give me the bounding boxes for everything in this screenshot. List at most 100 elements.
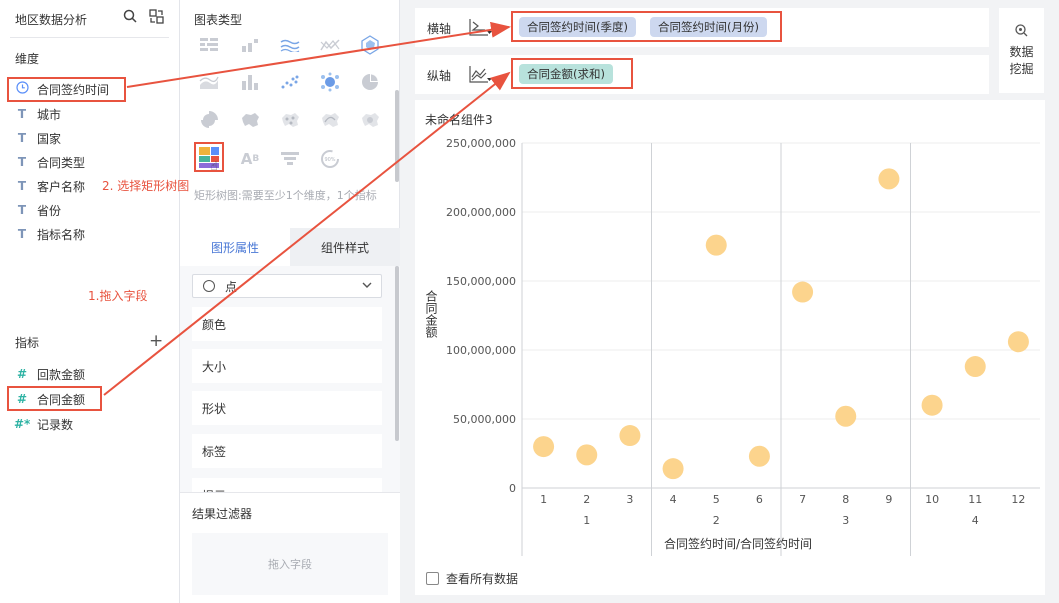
mining-icon <box>1015 23 1028 42</box>
view-all-checkbox[interactable] <box>426 572 439 585</box>
measure-heading: 指标 <box>15 336 40 350</box>
data-mining-button[interactable]: 数据 挖掘 <box>999 8 1044 93</box>
gauge-percent: 90% <box>324 157 335 163</box>
axis-type-icon[interactable] <box>469 65 493 87</box>
highlight-measure <box>7 386 102 411</box>
x-axis-label: 横轴 <box>427 22 452 36</box>
flow-map-icon[interactable] <box>318 108 342 132</box>
measure-label: 记录数 <box>37 417 74 432</box>
x-tick-label: 9 <box>885 493 892 506</box>
text-chart-sup: B <box>252 154 260 164</box>
dimension-item-city[interactable]: T 城市 <box>14 104 61 124</box>
data-point <box>619 425 641 447</box>
mining-label-1: 数据 <box>1009 44 1034 59</box>
dimension-heading: 维度 <box>15 52 40 66</box>
add-measure-button[interactable]: + <box>149 332 163 350</box>
chevron-down-icon <box>361 279 373 294</box>
property-tooltip[interactable]: 提示 <box>192 478 382 492</box>
dimension-item-province[interactable]: T 省份 <box>14 200 61 220</box>
gauge-chart-icon[interactable]: 90% <box>318 147 342 171</box>
property-shape[interactable]: 形状 <box>192 391 382 425</box>
text-chart-icon[interactable]: AB <box>238 147 262 171</box>
mark-type-select[interactable]: 点 <box>192 274 382 298</box>
scatter-plot-icon[interactable] <box>278 70 302 94</box>
chart-types-panel: 图表类型 ☝ AB 90% 2. 选择矩形树图 矩形树图:需要至少1个维度，1个… <box>102 0 400 603</box>
view-all-data-toggle[interactable]: 查看所有数据 <box>426 570 518 587</box>
dimension-label: 客户名称 <box>37 179 86 194</box>
highlight-dimension <box>7 77 126 102</box>
x-tick-label: 5 <box>713 493 720 506</box>
x-group-label: 3 <box>842 514 849 527</box>
chart-types-scrollbar[interactable] <box>395 90 399 182</box>
hand-cursor-icon: ☝ <box>210 159 218 173</box>
polyline-icon[interactable] <box>318 33 342 57</box>
text-field-icon: T <box>17 203 27 217</box>
y-tick-label: 100,000,000 <box>446 344 516 357</box>
tab-component-style[interactable]: 组件样式 <box>290 228 400 266</box>
stacked-bar-icon[interactable] <box>238 70 262 94</box>
switch-dataset-icon[interactable] <box>148 9 164 25</box>
rose-chart-icon[interactable] <box>197 108 221 132</box>
axis-type-icon[interactable] <box>469 18 493 40</box>
y-tick-label: 200,000,000 <box>446 206 516 219</box>
bubble-chart-icon[interactable] <box>318 70 342 94</box>
radar-chart-icon[interactable] <box>358 33 382 57</box>
data-point <box>533 436 555 458</box>
view-all-label: 查看所有数据 <box>446 572 519 586</box>
dimension-label: 指标名称 <box>37 227 86 242</box>
cross-table-icon[interactable] <box>197 33 221 57</box>
bar-chart-icon[interactable] <box>238 33 262 57</box>
property-label[interactable]: 标签 <box>192 434 382 468</box>
property-size[interactable]: 大小 <box>192 349 382 383</box>
funnel-chart-icon[interactable] <box>278 147 302 171</box>
tab-graphic-properties[interactable]: 图形属性 <box>180 228 290 266</box>
dimension-item-customer[interactable]: T 客户名称 <box>14 176 85 196</box>
text-chart-glyph: A <box>240 150 253 168</box>
y-tick-label: 150,000,000 <box>446 275 516 288</box>
point-map-icon[interactable] <box>278 108 302 132</box>
mark-type-value: 点 <box>225 279 238 294</box>
area-chart-icon[interactable] <box>197 70 221 94</box>
hash-icon: # <box>16 367 28 381</box>
data-point <box>576 444 598 466</box>
filter-drop-zone[interactable]: 拖入字段 <box>192 533 388 595</box>
x-group-label: 1 <box>583 514 590 527</box>
x-tick-label: 8 <box>842 493 849 506</box>
heat-map-icon[interactable] <box>358 108 382 132</box>
dimension-label: 国家 <box>37 131 62 146</box>
dimension-item-metric-name[interactable]: T 指标名称 <box>14 224 85 244</box>
dimension-label: 合同类型 <box>37 155 86 170</box>
chart-types-title: 图表类型 <box>194 13 243 27</box>
property-tabs: 图形属性 组件样式 <box>180 228 400 266</box>
data-point <box>662 458 684 480</box>
dimension-item-contract-type[interactable]: T 合同类型 <box>14 152 85 172</box>
line-chart-icon[interactable] <box>278 33 302 57</box>
text-field-icon: T <box>17 107 27 121</box>
text-field-icon: T <box>17 131 27 145</box>
dimension-label: 省份 <box>37 203 62 218</box>
dimension-label: 城市 <box>37 107 62 122</box>
property-color[interactable]: 颜色 <box>192 307 382 341</box>
measure-item-payment[interactable]: # 回款金额 <box>14 364 85 384</box>
data-point <box>705 234 727 256</box>
properties-scrollbar[interactable] <box>395 266 399 441</box>
pie-chart-icon[interactable] <box>358 70 382 94</box>
data-point <box>878 168 900 190</box>
chart-hint: 矩形树图:需要至少1个维度，1个指标 <box>194 189 377 202</box>
x-tick-label: 7 <box>799 493 806 506</box>
measure-item-record-count[interactable]: #* 记录数 <box>14 414 73 434</box>
dimension-item-country[interactable]: T 国家 <box>14 128 61 148</box>
highlight-y-pill <box>511 58 633 89</box>
hash-star-icon: #* <box>14 417 31 431</box>
data-point <box>835 405 857 427</box>
y-axis-title: 合同金额 <box>424 289 438 339</box>
result-filter-panel: 结果过滤器 拖入字段 <box>180 492 400 603</box>
divider <box>10 37 169 38</box>
x-axis-shelf: 横轴 合同签约时间(季度) 合同签约时间(月份) <box>415 8 989 47</box>
area-map-icon[interactable] <box>238 108 262 132</box>
x-tick-label: 1 <box>540 493 547 506</box>
x-axis-title: 合同签约时间/合同签约时间 <box>664 536 812 551</box>
x-tick-label: 2 <box>583 493 590 506</box>
search-icon[interactable] <box>122 9 138 25</box>
result-filter-title: 结果过滤器 <box>192 507 253 521</box>
